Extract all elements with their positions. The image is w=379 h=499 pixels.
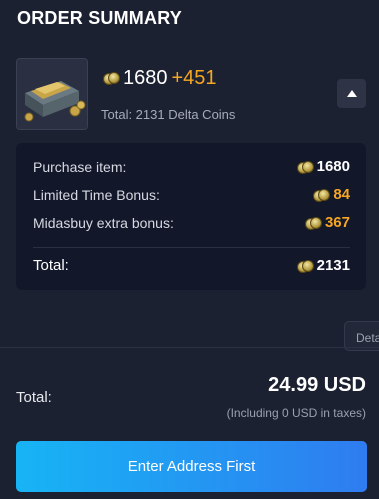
chevron-up-icon [346,90,357,97]
delta-coin-icon [304,216,322,230]
delta-coin-icon [296,259,314,273]
payment-total-label: Total: [16,389,52,406]
breakdown-label: Midasbuy extra bonus: [33,214,174,231]
breakdown-value: 1680 [316,158,350,175]
total-coins-label: Total: 2131 Delta Coins [101,107,236,122]
breakdown-total-value: 2131 [316,257,350,274]
bonus-amount: +451 [171,66,217,89]
delta-coin-icon [296,160,314,174]
section-divider [0,347,379,348]
delta-coin-icon [313,188,331,202]
breakdown-row-total: Total: 2131 [33,257,350,274]
payment-price: 24.99 USD [268,374,366,396]
breakdown-value: 84 [333,186,350,203]
delta-coin-icon [103,72,120,85]
breakdown-total-label: Total: [33,257,69,274]
breakdown-divider [33,247,350,248]
tax-note: (Including 0 USD in taxes) [226,406,366,420]
coin-chest-image [16,58,88,130]
breakdown-label: Limited Time Bonus: [33,186,160,203]
breakdown-row-purchase: Purchase item: 1680 [33,158,350,175]
breakdown-row-limited-bonus: Limited Time Bonus: 84 [33,186,350,203]
breakdown-row-midasbuy-bonus: Midasbuy extra bonus: 367 [33,214,350,231]
breakdown-panel: Purchase item: 1680 Limited Time Bonus: … [16,143,366,290]
base-amount: 1680 [123,66,168,89]
breakdown-value: 367 [324,214,350,231]
breakdown-label: Purchase item: [33,158,127,175]
enter-address-button[interactable]: Enter Address First [16,441,367,492]
collapse-button[interactable] [337,79,366,108]
order-summary-title: ORDER SUMMARY [17,8,182,28]
